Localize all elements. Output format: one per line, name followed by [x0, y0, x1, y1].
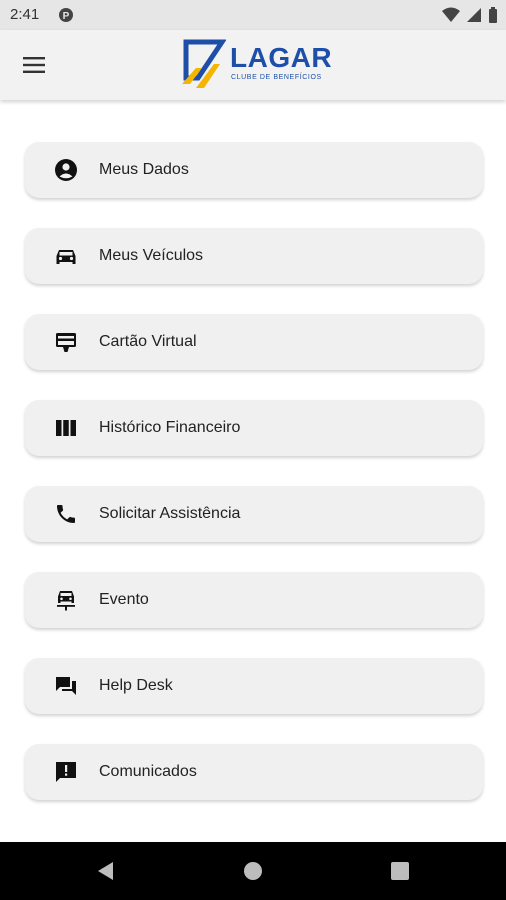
menu-list: Meus Dados Meus Veículos Cartão Virtual …	[25, 142, 483, 830]
menu-item-historico-financeiro[interactable]: Histórico Financeiro	[25, 400, 483, 456]
menu-item-evento[interactable]: Evento	[25, 572, 483, 628]
menu-item-label: Meus Veículos	[99, 247, 204, 264]
menu-item-cartao-virtual[interactable]: Cartão Virtual	[25, 314, 483, 370]
status-bar: 2:41 P	[0, 0, 506, 30]
announcement-icon	[56, 762, 76, 782]
status-icons	[442, 7, 498, 23]
hamburger-menu-icon[interactable]	[20, 51, 50, 79]
menu-item-label: Cartão Virtual	[99, 333, 197, 350]
p-notification-icon: P	[59, 8, 73, 22]
battery-icon	[489, 7, 497, 23]
menu-item-help-desk[interactable]: Help Desk	[25, 658, 483, 714]
home-icon[interactable]	[241, 859, 265, 883]
back-icon[interactable]	[94, 859, 118, 883]
menu-item-meus-dados[interactable]: Meus Dados	[25, 142, 483, 198]
account-circle-icon	[55, 159, 77, 181]
menu-item-comunicados[interactable]: Comunicados	[25, 744, 483, 800]
recents-icon[interactable]	[388, 859, 412, 883]
car-accident-icon	[57, 591, 75, 611]
logo-name: LAGAR	[230, 42, 333, 73]
logo-mark-icon	[182, 39, 226, 88]
status-time: 2:41	[10, 6, 40, 23]
menu-item-solicitar-assistencia[interactable]: Solicitar Assistência	[25, 486, 483, 542]
columns-icon	[56, 420, 76, 436]
logo-tagline: CLUBE DE BENEFÍCIOS	[231, 74, 322, 81]
wifi-icon	[442, 7, 460, 22]
car-icon	[56, 250, 76, 264]
forum-icon	[56, 677, 76, 695]
card-monitor-icon	[56, 333, 76, 352]
menu-item-label: Help Desk	[99, 677, 173, 694]
menu-item-label: Histórico Financeiro	[99, 419, 241, 436]
svg-text:P: P	[63, 11, 70, 22]
menu-item-label: Comunicados	[99, 763, 197, 780]
signal-icon	[467, 8, 481, 22]
brand-logo: LAGAR CLUBE DE BENEFÍCIOS	[178, 38, 338, 92]
menu-item-label: Meus Dados	[99, 161, 189, 178]
phone-icon	[57, 505, 75, 523]
menu-item-label: Solicitar Assistência	[99, 505, 241, 522]
app-bar: LAGAR CLUBE DE BENEFÍCIOS	[0, 30, 506, 100]
menu-item-label: Evento	[99, 591, 149, 608]
menu-item-meus-veiculos[interactable]: Meus Veículos	[25, 228, 483, 284]
system-nav-bar	[0, 842, 506, 900]
